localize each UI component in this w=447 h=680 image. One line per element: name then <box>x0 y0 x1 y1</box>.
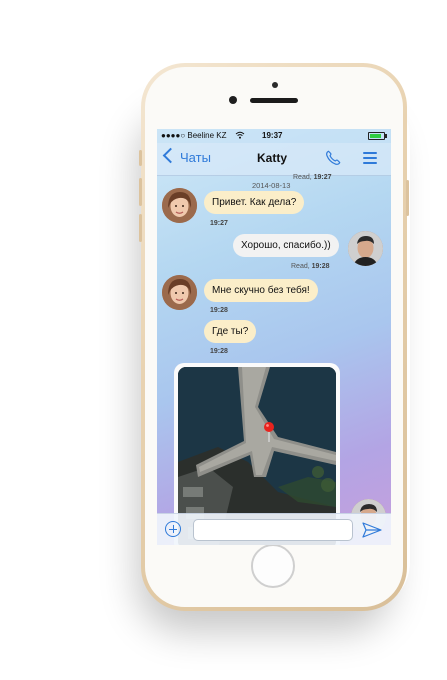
home-button[interactable] <box>251 544 295 588</box>
message-time: 19:28 <box>210 348 228 355</box>
back-label: Чаты <box>180 150 211 165</box>
wifi-icon <box>235 131 245 139</box>
message-input-bar <box>157 513 391 545</box>
message-time: 19:27 <box>210 220 228 227</box>
menu-icon[interactable] <box>363 152 377 165</box>
message-time-value: 19:28 <box>210 348 228 355</box>
back-button[interactable]: Чаты <box>162 147 211 165</box>
top-read-status: Read, 19:27 <box>293 174 332 181</box>
earpiece-speaker <box>250 98 298 103</box>
volume-up-button <box>139 178 142 206</box>
message-time: 19:28 <box>210 307 228 314</box>
message-time-value: 19:28 <box>311 263 330 270</box>
volume-down-button <box>139 214 142 242</box>
avatar-me[interactable] <box>348 231 383 266</box>
status-bar: ●●●●○ Beeline KZ 19:37 <box>157 129 391 143</box>
chat-date: 2014-08-13 <box>252 181 291 190</box>
message-bubble: Хорошо, спасибо.)) <box>233 234 339 257</box>
carrier-label: ●●●●○ Beeline KZ <box>161 131 227 140</box>
message-bubble: Где ты? <box>204 320 257 343</box>
message-time-value: 19:27 <box>210 220 228 227</box>
top-read-label: Read, <box>293 174 312 181</box>
status-time: 19:37 <box>262 131 283 140</box>
send-icon[interactable] <box>362 522 382 538</box>
nav-bar: Чаты Katty <box>157 143 391 176</box>
back-chevron-icon <box>162 147 179 164</box>
mute-switch <box>139 150 142 166</box>
avatar-katty[interactable] <box>162 188 197 223</box>
avatar-katty[interactable] <box>162 275 197 310</box>
location-pin-icon <box>264 422 274 442</box>
proximity-sensor <box>272 82 278 88</box>
read-label: Read, <box>291 263 310 270</box>
phone-call-icon[interactable] <box>324 149 342 167</box>
power-button <box>406 180 409 216</box>
message-status: Read, 19:28 <box>291 263 330 270</box>
chat-title: Katty <box>257 151 288 165</box>
top-read-time: 19:27 <box>313 174 332 181</box>
front-camera <box>229 96 237 104</box>
message-input[interactable] <box>193 519 353 541</box>
message-time-value: 19:28 <box>210 307 228 314</box>
message-bubble: Мне скучно без тебя! <box>204 279 318 302</box>
add-attachment-icon[interactable] <box>165 521 181 537</box>
message-bubble: Привет. Как дела? <box>204 191 305 214</box>
battery-icon <box>368 132 387 140</box>
screen: ●●●●○ Beeline KZ 19:37 Чаты Katty Read, … <box>157 129 391 545</box>
